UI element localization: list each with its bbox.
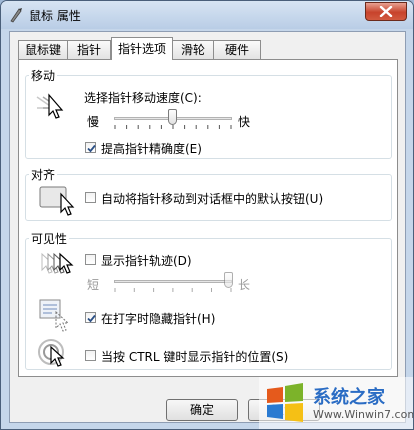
- long-label: 长: [238, 278, 251, 292]
- ctrl-locate-label[interactable]: 当按 CTRL 键时显示指针的位置(S): [101, 348, 288, 365]
- slow-label: 慢: [87, 115, 100, 129]
- tab-pointers[interactable]: 指针: [67, 40, 111, 59]
- pointer-speed-icon: [36, 93, 64, 119]
- tab-pointer-options[interactable]: 指针选项: [111, 37, 173, 60]
- motion-group-label: 移动: [29, 67, 58, 84]
- watermark-brand: 系统之家: [313, 387, 385, 408]
- hide-pointer-icon: [39, 299, 70, 332]
- short-label: 短: [87, 278, 100, 292]
- ok-button[interactable]: 确定: [166, 399, 238, 421]
- snap-label[interactable]: 自动将指针移动到对话框中的默认按钮(U): [101, 190, 323, 207]
- windows-logo-icon: [267, 383, 303, 422]
- checkmark-icon: [87, 144, 96, 153]
- ctrl-locate-icon: [38, 339, 65, 367]
- trails-slider-track[interactable]: [114, 280, 232, 283]
- watermark-url: Www.Winwin7.com: [313, 408, 414, 421]
- title-bar[interactable]: 鼠标 属性: [1, 1, 413, 29]
- ctrl-locate-checkbox[interactable]: [85, 350, 96, 361]
- tab-buttons[interactable]: 鼠标键: [18, 40, 68, 59]
- precision-checkbox[interactable]: [85, 142, 96, 153]
- speed-label: 选择指针移动速度(C):: [84, 91, 202, 105]
- snap-group-label: 对齐: [29, 166, 58, 183]
- hide-typing-checkbox[interactable]: [85, 312, 96, 323]
- watermark: 系统之家 Www.Winwin7.com: [259, 377, 414, 429]
- window-title: 鼠标 属性: [29, 9, 81, 23]
- trails-label[interactable]: 显示指针轨迹(D): [101, 252, 192, 269]
- close-button[interactable]: [365, 2, 407, 21]
- fast-label: 快: [238, 115, 251, 129]
- tab-hardware[interactable]: 硬件: [213, 40, 261, 59]
- mouse-icon: [10, 8, 22, 23]
- snap-to-icon: [39, 186, 75, 216]
- speed-slider-ticks: [114, 125, 232, 129]
- pointer-options-panel: 移动 选择指针移动速度(C): 慢 快 提高指针精确度(E) 对齐 自动将指针移…: [18, 59, 398, 377]
- precision-label[interactable]: 提高指针精确度(E): [101, 140, 202, 157]
- hide-typing-label[interactable]: 在打字时隐藏指针(H): [101, 310, 215, 327]
- trails-slider-ticks: [114, 288, 232, 292]
- mouse-properties-window: 鼠标 属性 鼠标键 指针 指针选项 滑轮 硬件 移动 选择指针移动速度(C): …: [0, 0, 414, 430]
- trails-checkbox[interactable]: [85, 254, 96, 265]
- trails-slider-thumb[interactable]: [224, 272, 233, 288]
- pointer-trails-icon: [41, 252, 74, 274]
- dialog-client: 鼠标键 指针 指针选项 滑轮 硬件 移动 选择指针移动速度(C): 慢 快 提高…: [9, 31, 406, 423]
- close-icon: [379, 6, 393, 17]
- snap-checkbox[interactable]: [85, 192, 96, 203]
- speed-slider-thumb[interactable]: [168, 109, 177, 125]
- tab-wheel[interactable]: 滑轮: [172, 40, 214, 59]
- checkmark-icon: [87, 314, 96, 323]
- visibility-group-label: 可见性: [29, 230, 70, 247]
